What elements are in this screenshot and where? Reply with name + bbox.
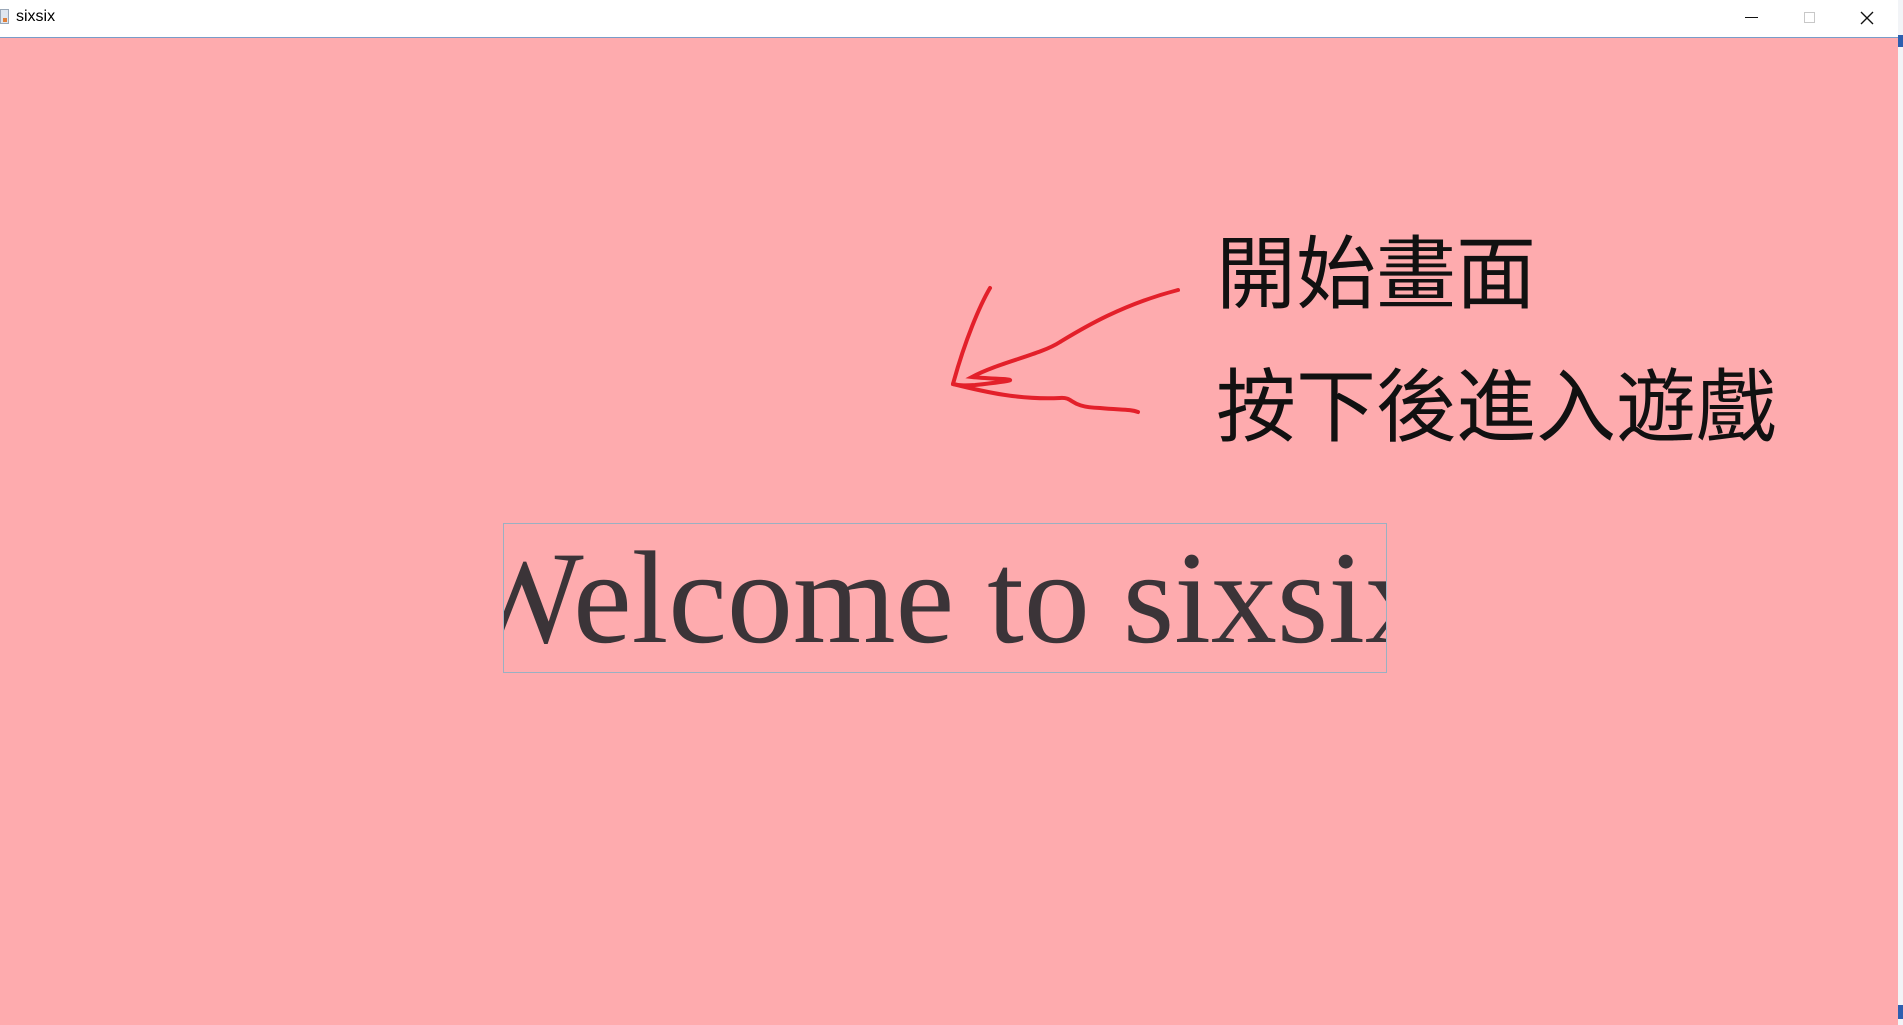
annotation-press-to-enter-game: 按下後進入遊戲 [1216,361,1776,454]
app-window: sixsix 開始畫面 按下後進入遊戲 Welcome to sixsix [0,0,1898,1025]
annotation-start-screen: 開始畫面 [1216,228,1536,321]
close-button[interactable] [1838,0,1896,35]
maximize-icon [1803,12,1815,23]
hand-drawn-arrow-icon [951,286,1180,414]
start-game-button[interactable]: Welcome to sixsix [503,523,1387,673]
close-icon [1860,11,1874,24]
java-app-icon [0,9,9,24]
minimize-button[interactable] [1722,0,1780,35]
maximize-button[interactable] [1780,0,1838,35]
background-window-accent [1898,35,1903,47]
window-title: sixsix [16,8,56,25]
title-bar[interactable]: sixsix [0,0,1898,38]
minimize-icon [1744,17,1758,18]
background-window-accent [1898,1005,1903,1019]
background-window-edge [1898,0,1903,1025]
